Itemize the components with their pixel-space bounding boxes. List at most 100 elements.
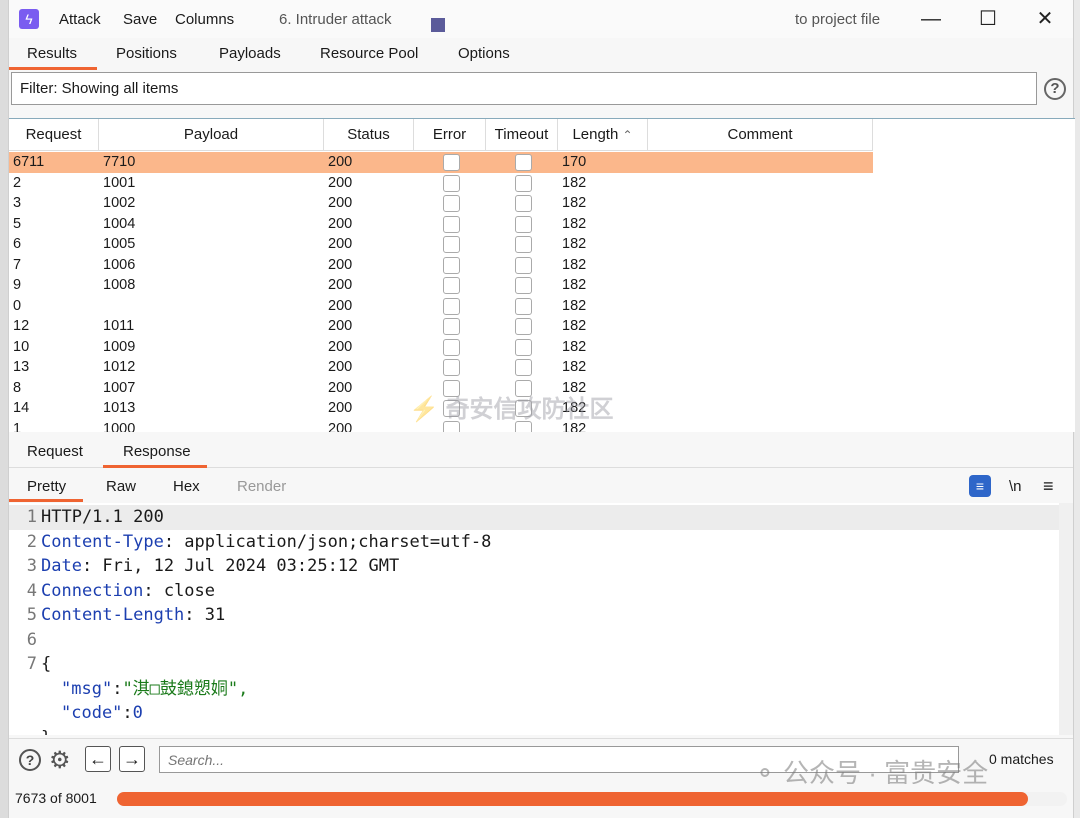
active-view-indicator — [9, 499, 83, 502]
help-icon[interactable]: ? — [1044, 78, 1066, 100]
main-tabs: Results Positions Payloads Resource Pool… — [9, 38, 1073, 70]
table-row[interactable]: 2 1001 200 182 — [9, 173, 1059, 194]
error-checkbox — [443, 338, 460, 356]
code-key: Content-Length — [41, 605, 185, 625]
hamburger-menu-icon[interactable]: ≡ — [1043, 476, 1054, 497]
editor-scrollbar[interactable] — [1059, 503, 1073, 735]
code-line: 7{ — [9, 652, 1061, 677]
active-detail-indicator — [103, 465, 207, 468]
tab-hex[interactable]: Hex — [173, 478, 200, 495]
code-text: "code":0 — [61, 701, 143, 726]
code-line: "code":0 — [9, 701, 1061, 726]
cell-payload: 7710 — [103, 154, 136, 170]
table-row[interactable]: 13 1012 200 182 — [9, 357, 1059, 378]
code-rest: } — [41, 728, 51, 736]
code-key: Connection — [41, 580, 144, 601]
code-line: } — [9, 726, 1061, 736]
code-text: { — [41, 652, 51, 677]
cell-status: 200 — [328, 400, 353, 416]
progress-text: 7673 of 8001 — [15, 790, 97, 806]
timeout-checkbox — [515, 359, 532, 376]
cell-length: 182 — [562, 318, 587, 334]
help-circle-icon[interactable]: ? — [19, 749, 41, 771]
progress-fill — [117, 792, 1029, 806]
next-match-button[interactable]: → — [119, 746, 145, 772]
previous-match-button[interactable]: ← — [85, 746, 111, 772]
table-row[interactable]: 7 1006 200 182 — [9, 255, 1059, 276]
tab-response[interactable]: Response — [123, 443, 191, 460]
cell-request: 14 — [13, 400, 30, 416]
table-row[interactable]: 12 1011 200 182 — [9, 316, 1059, 337]
table-row[interactable]: 9 1008 200 182 — [9, 275, 1059, 296]
table-row[interactable]: 6711 7710 200 170 — [9, 152, 873, 173]
menu-save[interactable]: Save — [123, 11, 157, 28]
code-line: 6 — [9, 628, 1061, 653]
cell-request: 8 — [13, 379, 22, 396]
tab-pretty[interactable]: Pretty — [27, 478, 66, 495]
timeout-checkbox — [515, 195, 532, 212]
column-comment[interactable]: Comment — [648, 119, 873, 151]
tab-raw[interactable]: Raw — [106, 478, 136, 495]
column-error[interactable]: Error — [414, 119, 486, 151]
error-checkbox — [443, 359, 460, 376]
tab-request[interactable]: Request — [27, 443, 83, 460]
gear-icon[interactable]: ⚙ — [49, 746, 71, 775]
table-header: Request Payload Status Error Timeout Len… — [9, 119, 873, 151]
timeout-checkbox — [515, 256, 532, 274]
table-row[interactable]: 5 1004 200 182 — [9, 214, 1059, 235]
menu-attack[interactable]: Attack — [59, 11, 101, 28]
watermark-logo: ⚡ 奇安信攻防社区 — [409, 396, 614, 423]
line-number: 6 — [26, 629, 37, 650]
menu-columns[interactable]: Columns — [175, 11, 234, 28]
code-text: } — [41, 726, 51, 736]
title-decoration — [431, 18, 445, 32]
cell-status: 200 — [328, 277, 353, 293]
active-tab-indicator — [9, 67, 97, 70]
code-rest: : 31 — [184, 605, 226, 625]
table-row[interactable]: 3 1002 200 182 — [9, 193, 1059, 214]
table-row[interactable]: 6 1005 200 182 — [9, 234, 1059, 255]
close-icon[interactable]: ✕ — [1025, 6, 1065, 32]
wrap-lines-icon[interactable]: ≡ — [969, 475, 991, 497]
column-request[interactable]: Request — [9, 119, 99, 151]
progress-bar — [117, 792, 1067, 806]
column-status[interactable]: Status — [324, 119, 414, 151]
tab-options[interactable]: Options — [458, 45, 510, 62]
maximize-icon[interactable]: ☐ — [968, 6, 1008, 32]
cell-status: 200 — [328, 236, 353, 252]
minimize-icon[interactable]: — — [911, 6, 951, 32]
cell-request: 5 — [13, 215, 22, 232]
tab-results[interactable]: Results — [27, 45, 77, 62]
error-checkbox — [443, 277, 460, 294]
table-row[interactable]: 0 200 182 — [9, 296, 1059, 317]
tab-payloads[interactable]: Payloads — [219, 45, 281, 62]
timeout-checkbox — [515, 297, 532, 315]
tab-render[interactable]: Render — [237, 478, 286, 495]
code-text: Date: Fri, 12 Jul 2024 03:25:12 GMT — [41, 554, 399, 579]
view-tabs: Pretty Raw Hex Render ≡ \n ≡ — [9, 470, 1073, 502]
column-payload[interactable]: Payload — [99, 119, 324, 151]
filter-bar[interactable]: Filter: Showing all items — [11, 72, 1037, 105]
tab-resource-pool[interactable]: Resource Pool — [320, 45, 418, 62]
response-editor[interactable]: 1 HTTP/1.1 200 2 Content-Type: application/… — [9, 503, 1061, 735]
column-timeout[interactable]: Timeout — [486, 119, 558, 151]
timeout-checkbox — [515, 277, 532, 294]
cell-length: 182 — [562, 215, 587, 232]
line-number: 5 — [26, 605, 37, 625]
cell-request: 6711 — [13, 154, 45, 170]
cell-payload: 1000 — [103, 420, 136, 433]
tab-positions[interactable]: Positions — [116, 45, 177, 62]
cell-length: 182 — [562, 297, 587, 314]
table-row[interactable]: 10 1009 200 182 — [9, 337, 1059, 358]
detail-tabs: Request Response — [9, 436, 1073, 468]
timeout-checkbox — [515, 154, 532, 171]
cell-payload: 1004 — [103, 215, 136, 232]
timeout-checkbox — [515, 236, 532, 253]
cell-length: 182 — [562, 338, 587, 355]
column-length[interactable]: Length ⌃ — [558, 119, 648, 151]
error-checkbox — [443, 154, 460, 171]
newline-toggle[interactable]: \n — [1009, 478, 1022, 495]
code-text: HTTP/1.1 200 — [41, 505, 164, 530]
cell-length: 182 — [562, 174, 587, 191]
cell-payload: 1007 — [103, 379, 136, 396]
